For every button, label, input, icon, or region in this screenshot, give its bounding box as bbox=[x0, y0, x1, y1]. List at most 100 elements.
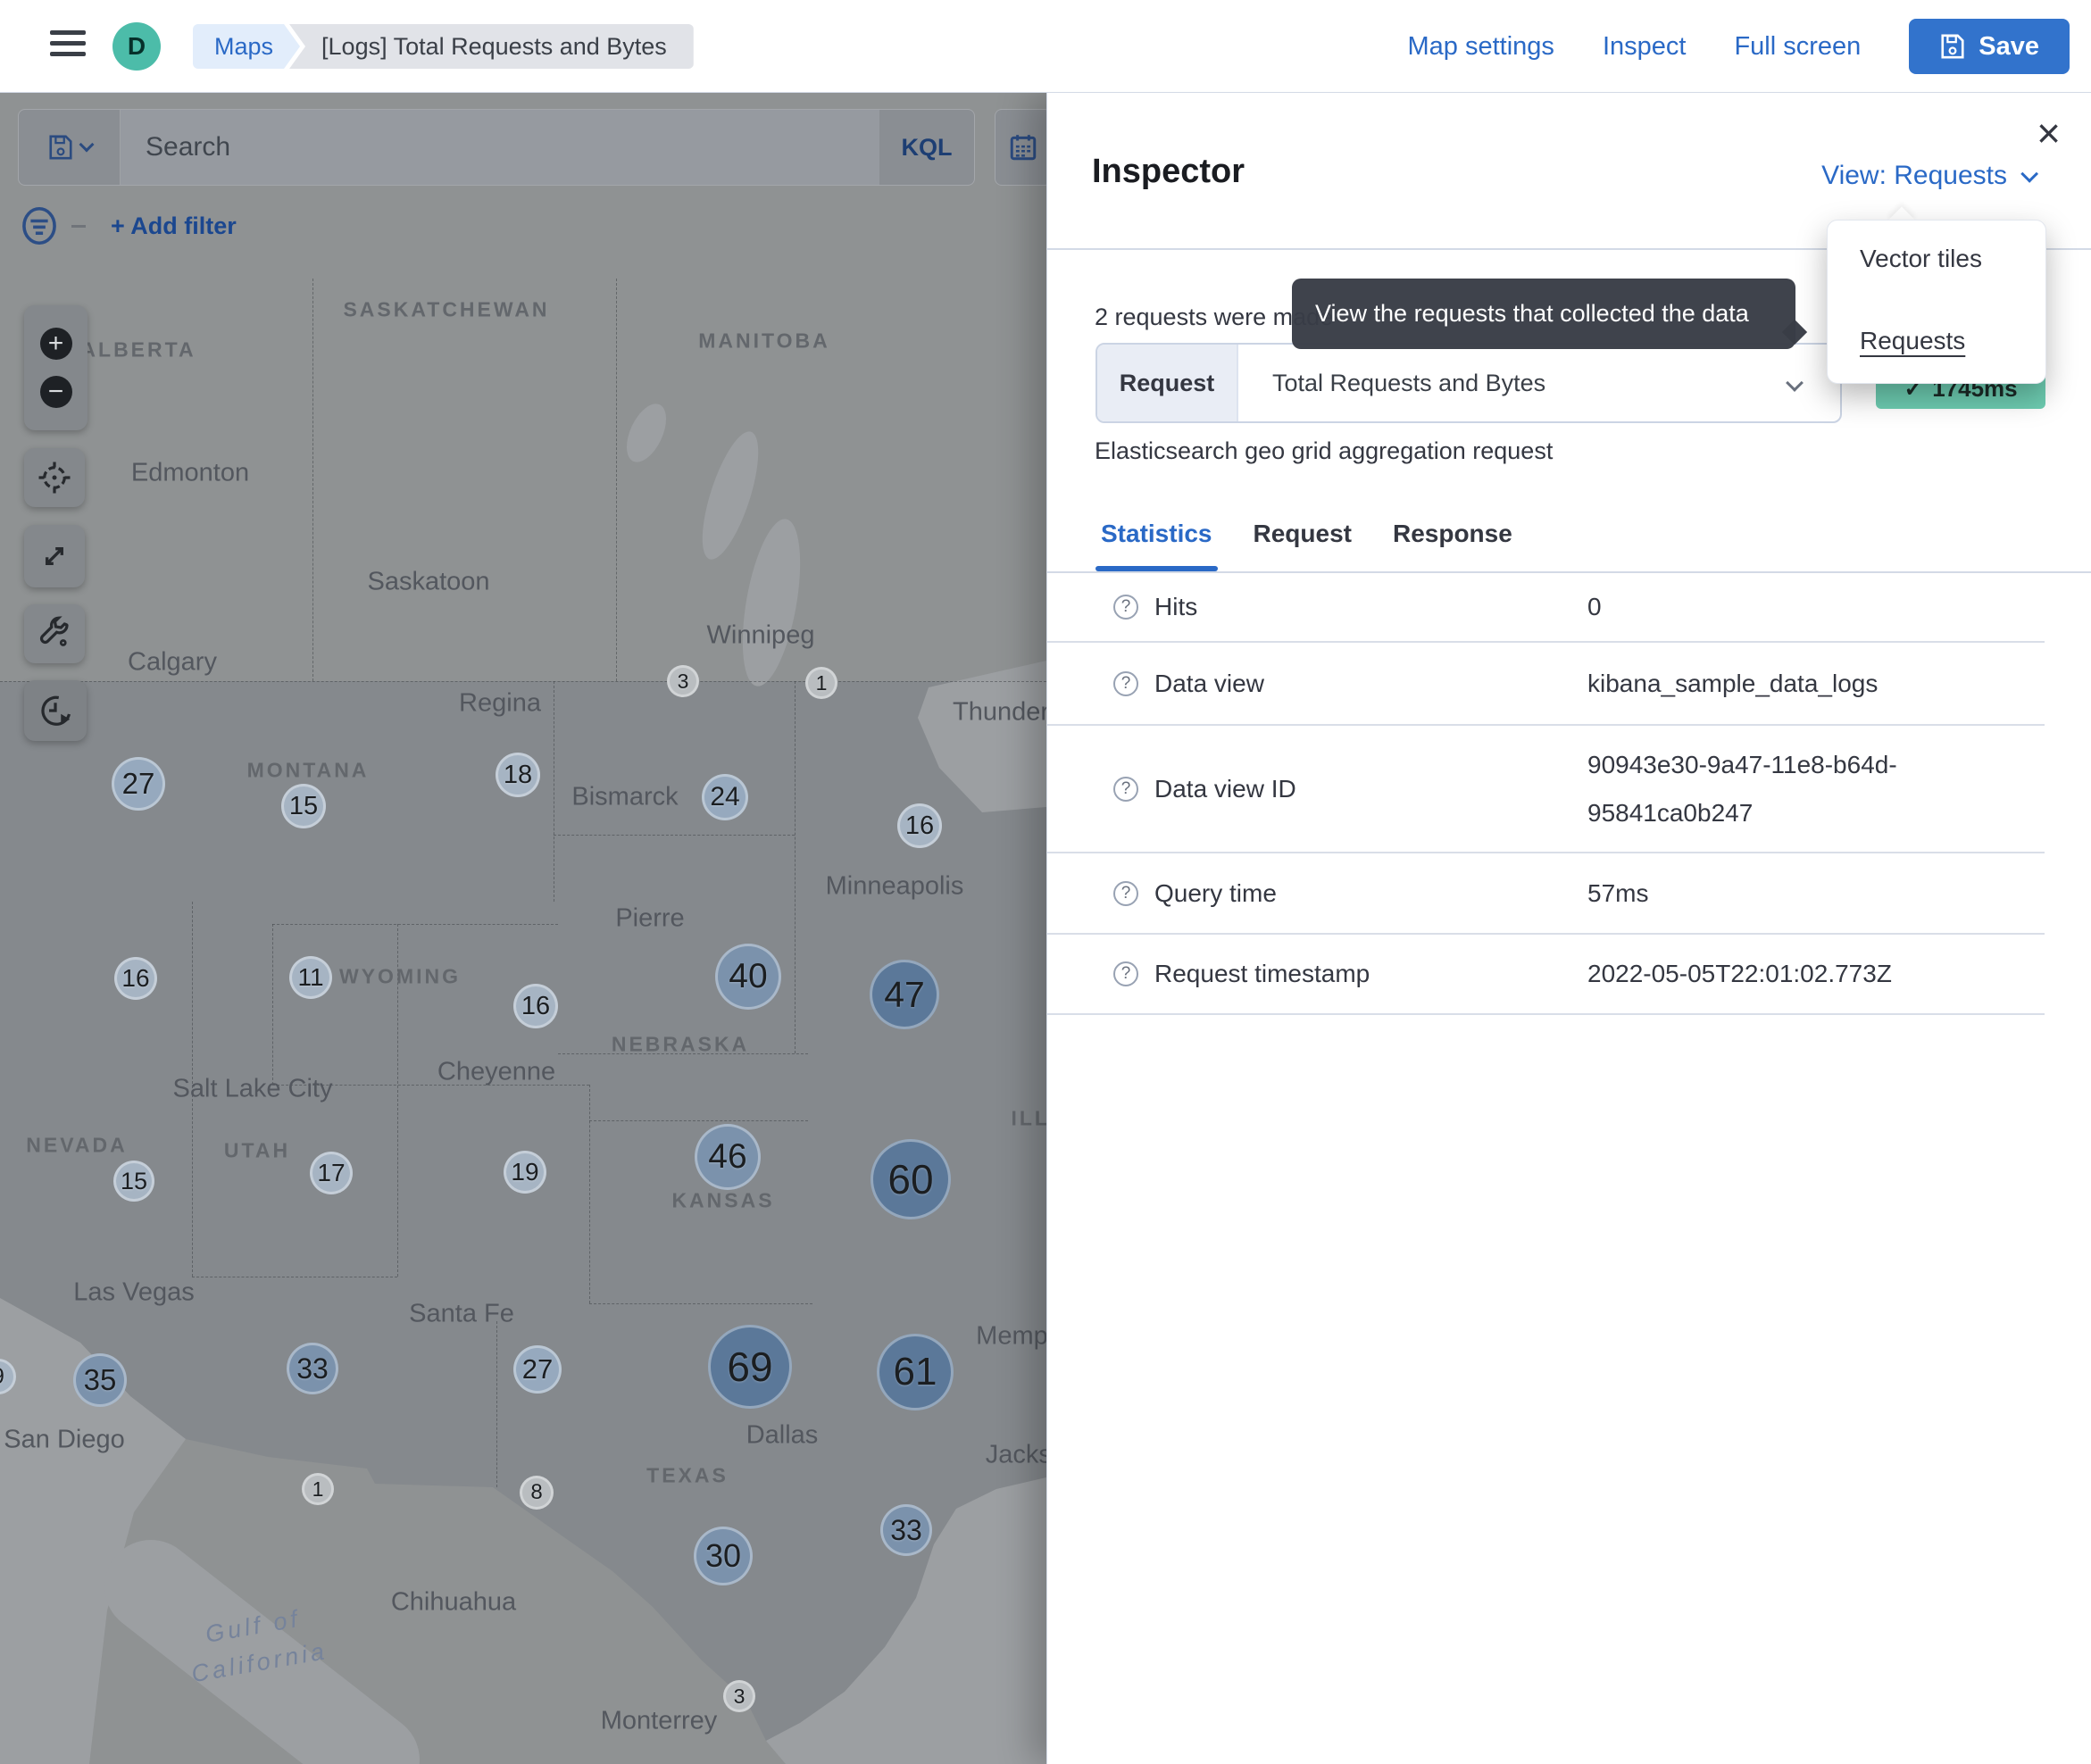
avatar[interactable]: D bbox=[112, 22, 161, 71]
add-filter-button[interactable]: + Add filter bbox=[111, 212, 237, 240]
cluster-marker[interactable]: 16 bbox=[897, 803, 942, 848]
cluster-marker[interactable]: 16 bbox=[513, 984, 558, 1028]
popover-item-requests[interactable]: Requests bbox=[1860, 326, 2013, 356]
tab-request[interactable]: Request bbox=[1254, 520, 1352, 571]
state-border-line bbox=[589, 1303, 812, 1304]
state-border-line bbox=[554, 835, 795, 836]
table-row: ? Query time 57ms bbox=[1047, 853, 2045, 935]
cluster-marker[interactable]: 3 bbox=[667, 665, 699, 697]
map-region-label: ALBERTA bbox=[80, 337, 196, 362]
cluster-marker[interactable]: 27 bbox=[112, 757, 165, 811]
help-icon[interactable]: ? bbox=[1113, 670, 1138, 696]
set-view-button[interactable] bbox=[24, 448, 85, 507]
search-bar[interactable]: KQL bbox=[18, 109, 975, 186]
state-border-line bbox=[272, 924, 558, 925]
statistics-table: ? Hits 0? Data view kibana_sample_data_logs?… bbox=[1047, 573, 2045, 1015]
cluster-marker[interactable]: 11 bbox=[289, 956, 332, 999]
close-icon[interactable]: × bbox=[2037, 112, 2061, 154]
stat-value: 57ms bbox=[1587, 878, 1649, 907]
cluster-marker[interactable]: 33 bbox=[880, 1504, 932, 1556]
table-row: ? Request timestamp 2022-05-05T22:01:02.77… bbox=[1047, 935, 2045, 1015]
stat-value: 2022-05-05T22:01:02.773Z bbox=[1587, 960, 1892, 988]
search-input[interactable] bbox=[121, 110, 879, 185]
breadcrumb-maps[interactable]: Maps bbox=[193, 24, 300, 69]
header-link-full-screen[interactable]: Full screen bbox=[1734, 32, 1861, 62]
tab-statistics[interactable]: Statistics bbox=[1095, 520, 1217, 571]
saved-query-menu-button[interactable] bbox=[19, 110, 121, 185]
state-border-line bbox=[589, 1085, 590, 1303]
map-region-label: MANITOBA bbox=[698, 329, 830, 353]
zoom-in-button[interactable]: + bbox=[39, 328, 72, 360]
date-picker-button[interactable] bbox=[995, 109, 1052, 186]
table-row: ? Data view kibana_sample_data_logs bbox=[1047, 643, 2045, 726]
query-language-button[interactable]: KQL bbox=[879, 110, 974, 185]
menu-icon[interactable] bbox=[50, 30, 87, 62]
save-button[interactable]: Save bbox=[1909, 19, 2070, 74]
state-border-line bbox=[312, 279, 313, 681]
cluster-marker[interactable]: 15 bbox=[281, 784, 326, 828]
map-city-label: Edmonton bbox=[130, 458, 250, 487]
map-region-label: SASKATCHEWAN bbox=[343, 297, 550, 321]
cluster-marker[interactable]: 3 bbox=[723, 1680, 755, 1712]
cluster-marker[interactable]: 30 bbox=[694, 1527, 753, 1585]
timeslider-button[interactable] bbox=[24, 680, 87, 741]
cluster-marker[interactable]: 40 bbox=[715, 944, 781, 1010]
popover-item-vector-tiles[interactable]: Vector tiles bbox=[1860, 244, 2013, 274]
cluster-marker[interactable]: 19 bbox=[504, 1151, 546, 1194]
cluster-marker[interactable]: 17 bbox=[310, 1152, 353, 1194]
cluster-marker[interactable]: 46 bbox=[695, 1124, 761, 1190]
inspector-tabs: Statistics Request Response bbox=[1095, 520, 1512, 571]
header-link-map-settings[interactable]: Map settings bbox=[1408, 32, 1554, 62]
fit-to-data-button[interactable] bbox=[24, 525, 85, 587]
cluster-marker[interactable]: 47 bbox=[870, 960, 939, 1029]
map-canvas[interactable]: ALBERTA SASKATCHEWAN MANITOBA MONTANA WYOMIN… bbox=[0, 93, 1046, 1764]
crosshair-icon bbox=[38, 462, 71, 494]
cluster-marker[interactable]: 60 bbox=[871, 1139, 951, 1219]
cluster-marker[interactable]: 61 bbox=[877, 1334, 954, 1410]
help-icon[interactable]: ? bbox=[1113, 595, 1138, 620]
cluster-marker[interactable]: 69 bbox=[708, 1325, 792, 1409]
map-city-label: Monterrey bbox=[600, 1706, 718, 1735]
zoom-out-button[interactable]: − bbox=[39, 376, 72, 408]
tab-response[interactable]: Response bbox=[1393, 520, 1512, 571]
state-border-line bbox=[795, 681, 796, 1053]
filter-divider bbox=[71, 224, 86, 228]
map-city-label: Calgary bbox=[128, 647, 217, 677]
view-selector-button[interactable]: View: Requests bbox=[1821, 161, 2039, 191]
view-selector-label: View: Requests bbox=[1821, 161, 2007, 190]
state-border-line bbox=[558, 1053, 808, 1054]
stat-label: Request timestamp bbox=[1154, 960, 1370, 987]
state-border-line bbox=[589, 1120, 808, 1121]
help-icon[interactable]: ? bbox=[1113, 880, 1138, 906]
request-selector-label: Request bbox=[1097, 345, 1238, 421]
cluster-marker[interactable]: 16 bbox=[114, 957, 157, 1000]
tooltip-text: View the requests that collected the dat… bbox=[1315, 300, 1749, 327]
save-icon bbox=[1941, 34, 1964, 59]
cluster-marker[interactable]: 18 bbox=[496, 753, 540, 797]
request-selector[interactable]: Request Total Requests and Bytes bbox=[1095, 343, 1842, 423]
cluster-marker[interactable]: 27 bbox=[513, 1345, 562, 1394]
state-border-line bbox=[616, 279, 617, 681]
cluster-marker[interactable]: 1 bbox=[805, 667, 837, 699]
state-border-line bbox=[496, 1321, 497, 1487]
chevron-down-icon bbox=[1786, 374, 1804, 392]
filter-icon[interactable] bbox=[20, 204, 59, 247]
tools-button[interactable] bbox=[24, 604, 85, 663]
cluster-marker[interactable]: 1 bbox=[302, 1473, 334, 1505]
lake-shape bbox=[618, 397, 675, 469]
cluster-marker[interactable]: 15 bbox=[113, 1161, 154, 1202]
cluster-marker[interactable]: 8 bbox=[520, 1476, 554, 1510]
help-icon[interactable]: ? bbox=[1113, 776, 1138, 802]
lake-shape bbox=[731, 514, 812, 691]
chevron-down-icon bbox=[2020, 164, 2039, 183]
cluster-marker[interactable]: 33 bbox=[287, 1343, 338, 1394]
header-link-inspect[interactable]: Inspect bbox=[1603, 32, 1687, 62]
flyout-title: Inspector bbox=[1092, 153, 1245, 190]
clock-play-icon bbox=[41, 695, 71, 726]
request-selector-value: Total Requests and Bytes bbox=[1272, 369, 1546, 396]
help-icon[interactable]: ? bbox=[1113, 961, 1138, 986]
stat-label: Hits bbox=[1154, 593, 1198, 620]
cluster-marker[interactable]: 35 bbox=[73, 1353, 127, 1407]
calendar-icon bbox=[1010, 135, 1037, 161]
cluster-marker[interactable]: 24 bbox=[702, 774, 748, 820]
